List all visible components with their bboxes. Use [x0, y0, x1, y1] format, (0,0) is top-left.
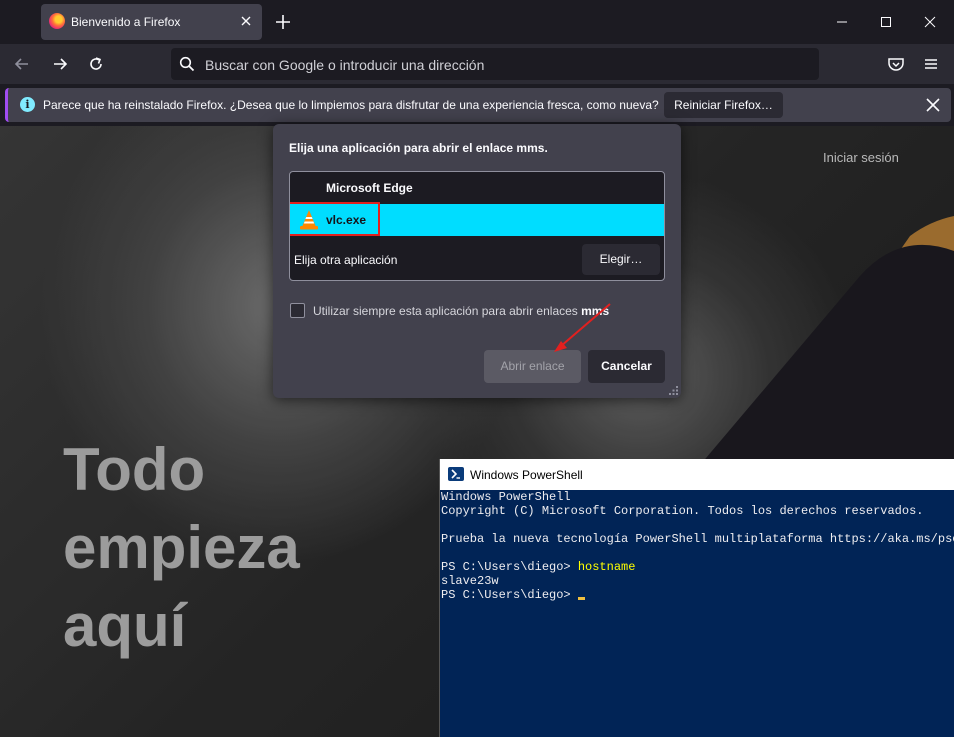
app-list: Microsoft Edge vlc.exe Elija otra aplica… — [289, 171, 665, 281]
minimize-icon[interactable] — [832, 12, 852, 32]
always-use-scheme: mms — [581, 304, 610, 318]
console-line: Copyright (C) Microsoft Corporation. Tod… — [441, 504, 924, 518]
new-tab-icon[interactable] — [274, 13, 292, 31]
console-prompt: PS C:\Users\diego> — [441, 588, 578, 602]
tab-welcome[interactable]: Bienvenido a Firefox — [41, 4, 262, 40]
choose-app-button[interactable]: Elegir… — [582, 244, 660, 275]
firefox-icon — [49, 13, 65, 29]
console-line: Prueba la nueva tecnología PowerShell mu… — [441, 532, 954, 546]
powershell-console[interactable]: Windows PowerShell Copyright (C) Microso… — [441, 490, 954, 737]
annotation-highlight-box — [290, 202, 380, 236]
url-bar[interactable]: Buscar con Google o introducir una direc… — [171, 48, 819, 80]
console-command: hostname — [577, 560, 636, 574]
url-placeholder: Buscar con Google o introducir una direc… — [205, 57, 485, 73]
cancel-button[interactable]: Cancelar — [588, 350, 665, 383]
always-use-label: Utilizar siempre esta aplicación para ab… — [313, 304, 609, 318]
powershell-window: Windows PowerShell Windows PowerShell Co… — [439, 459, 954, 737]
signin-link[interactable]: Iniciar sesión — [823, 150, 899, 165]
powershell-title: Windows PowerShell — [470, 468, 583, 482]
console-line: PS C:\Users\diego> — [441, 588, 954, 602]
always-use-checkbox[interactable] — [290, 303, 305, 318]
notification-text: Parece que ha reinstalado Firefox. ¿Dese… — [43, 98, 659, 112]
reinstall-notification: i Parece que ha reinstalado Firefox. ¿De… — [5, 88, 951, 122]
open-link-button[interactable]: Abrir enlace — [484, 350, 581, 383]
hero-line: aquí — [63, 592, 187, 659]
always-use-text: Utilizar siempre esta aplicación para ab… — [313, 304, 582, 318]
forward-icon[interactable] — [50, 54, 70, 74]
close-window-icon[interactable] — [920, 12, 940, 32]
text-cursor — [577, 597, 585, 600]
other-app-label: Elija otra aplicación — [294, 253, 398, 267]
resize-grip-icon[interactable] — [669, 386, 679, 396]
app-item-vlc[interactable]: vlc.exe — [290, 202, 664, 236]
search-icon — [179, 56, 195, 72]
dialog-title: Elija una aplicación para abrir el enlac… — [289, 141, 548, 155]
pocket-icon[interactable] — [886, 54, 906, 74]
hero-line: Todo — [63, 436, 206, 503]
hero-line: empieza — [63, 514, 300, 581]
other-app-row: Elija otra aplicación Elegir… — [290, 240, 664, 280]
refresh-firefox-button[interactable]: Reiniciar Firefox… — [664, 92, 783, 118]
app-chooser-dialog: Elija una aplicación para abrir el enlac… — [273, 124, 681, 398]
console-line: PS C:\Users\diego> hostname — [441, 560, 954, 574]
close-tab-icon[interactable] — [238, 13, 254, 29]
menu-icon[interactable] — [921, 54, 941, 74]
tab-title: Bienvenido a Firefox — [71, 15, 181, 29]
tab-strip: Bienvenido a Firefox — [0, 0, 954, 44]
powershell-icon — [448, 467, 464, 481]
screen: Bienvenido a Firefox Buscar con Google o… — [0, 0, 954, 737]
console-line: Windows PowerShell — [441, 490, 571, 504]
app-item-microsoft-edge[interactable]: Microsoft Edge — [290, 172, 664, 204]
app-label: Microsoft Edge — [326, 181, 413, 195]
reload-icon[interactable] — [86, 54, 106, 74]
console-prompt: PS C:\Users\diego> — [441, 560, 578, 574]
powershell-titlebar[interactable]: Windows PowerShell — [440, 459, 954, 490]
info-icon: i — [20, 97, 35, 112]
maximize-icon[interactable] — [876, 12, 896, 32]
console-line: slave23w — [441, 574, 499, 588]
hero-heading: Todo empieza aquí — [63, 431, 300, 665]
back-icon[interactable] — [12, 54, 32, 74]
close-icon[interactable] — [924, 96, 942, 114]
nav-bar: Buscar con Google o introducir una direc… — [0, 44, 954, 84]
